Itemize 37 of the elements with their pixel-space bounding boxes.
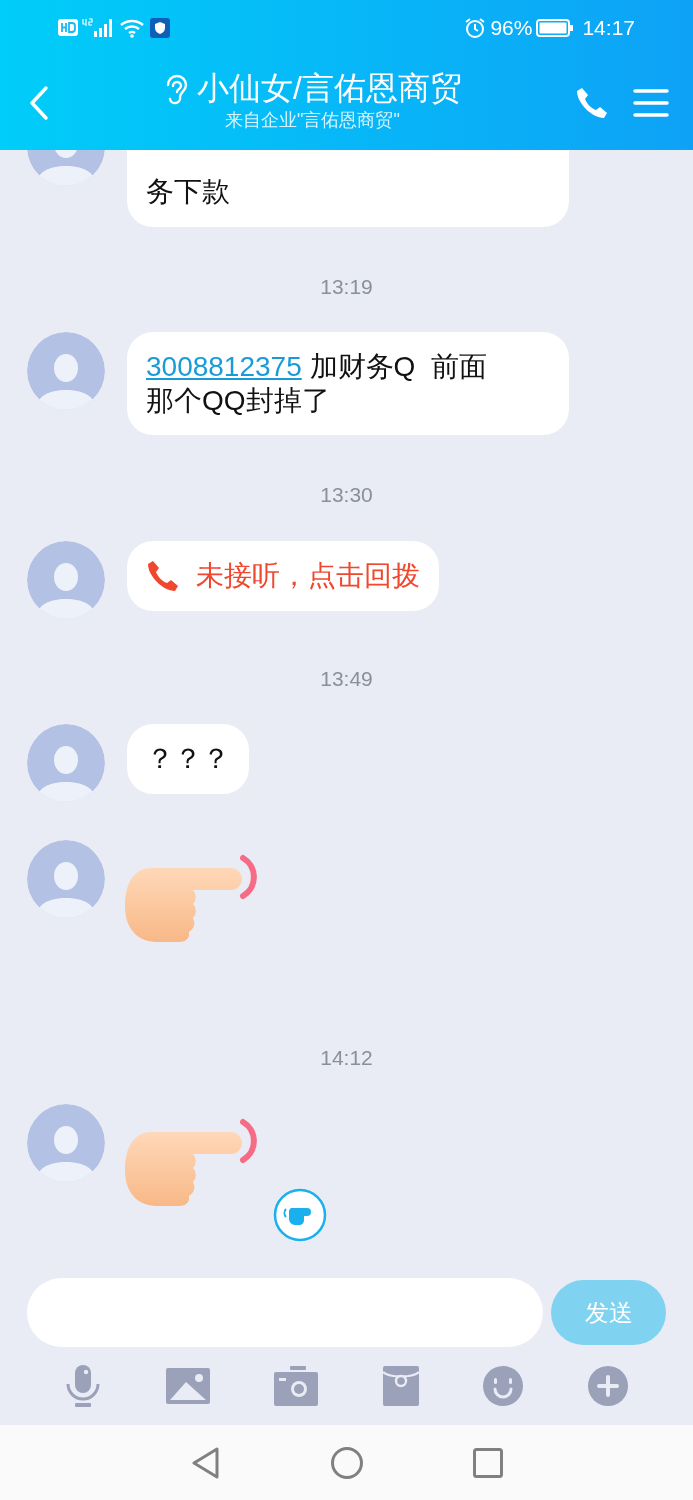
qq-number-link[interactable]: 3008812375 <box>146 351 302 383</box>
avatar[interactable] <box>27 724 105 803</box>
alarm-icon <box>464 16 487 39</box>
shield-icon <box>150 17 170 38</box>
avatar[interactable] <box>27 840 105 919</box>
clock-time: 14:17 <box>582 14 635 41</box>
chat-subtitle: 来自企业"言佑恩商贸" <box>225 108 400 132</box>
chat-title: 小仙女/言佑恩商贸 <box>197 71 462 107</box>
microphone-icon[interactable] <box>65 1364 101 1408</box>
missed-call-bubble[interactable]: 未接听，点击回拨 <box>127 540 439 611</box>
camera-icon[interactable] <box>274 1366 319 1406</box>
envelope-icon[interactable] <box>382 1366 419 1406</box>
menu-icon[interactable] <box>633 87 669 118</box>
timestamp: 13:30 <box>320 483 373 507</box>
message-text: ？？？ <box>127 724 249 794</box>
wifi-icon <box>120 17 146 38</box>
avatar[interactable] <box>27 332 105 411</box>
timestamp: 14:12 <box>320 1046 373 1070</box>
recent-apps-icon[interactable] <box>472 1447 503 1478</box>
message-text: 务下款 <box>127 150 569 227</box>
home-icon[interactable] <box>330 1446 363 1479</box>
emoji-icon[interactable] <box>483 1366 524 1406</box>
battery-percentage: 96% <box>490 14 533 41</box>
image-icon[interactable] <box>165 1368 210 1404</box>
phone-icon <box>146 558 180 593</box>
phone-icon[interactable] <box>575 85 609 120</box>
hd-icon <box>58 19 78 36</box>
timestamp: 13:49 <box>320 666 373 690</box>
back-icon[interactable] <box>28 84 50 121</box>
battery-icon <box>536 18 575 37</box>
sticker-hint-icon[interactable] <box>273 1187 327 1242</box>
avatar[interactable] <box>27 1103 105 1182</box>
message-text: 3008812375 加财务Q 前面那个QQ封掉了 <box>127 332 569 436</box>
avatar[interactable] <box>27 540 105 619</box>
back-icon[interactable] <box>190 1446 221 1479</box>
plus-icon[interactable] <box>587 1366 628 1406</box>
timestamp: 13:19 <box>320 274 373 298</box>
